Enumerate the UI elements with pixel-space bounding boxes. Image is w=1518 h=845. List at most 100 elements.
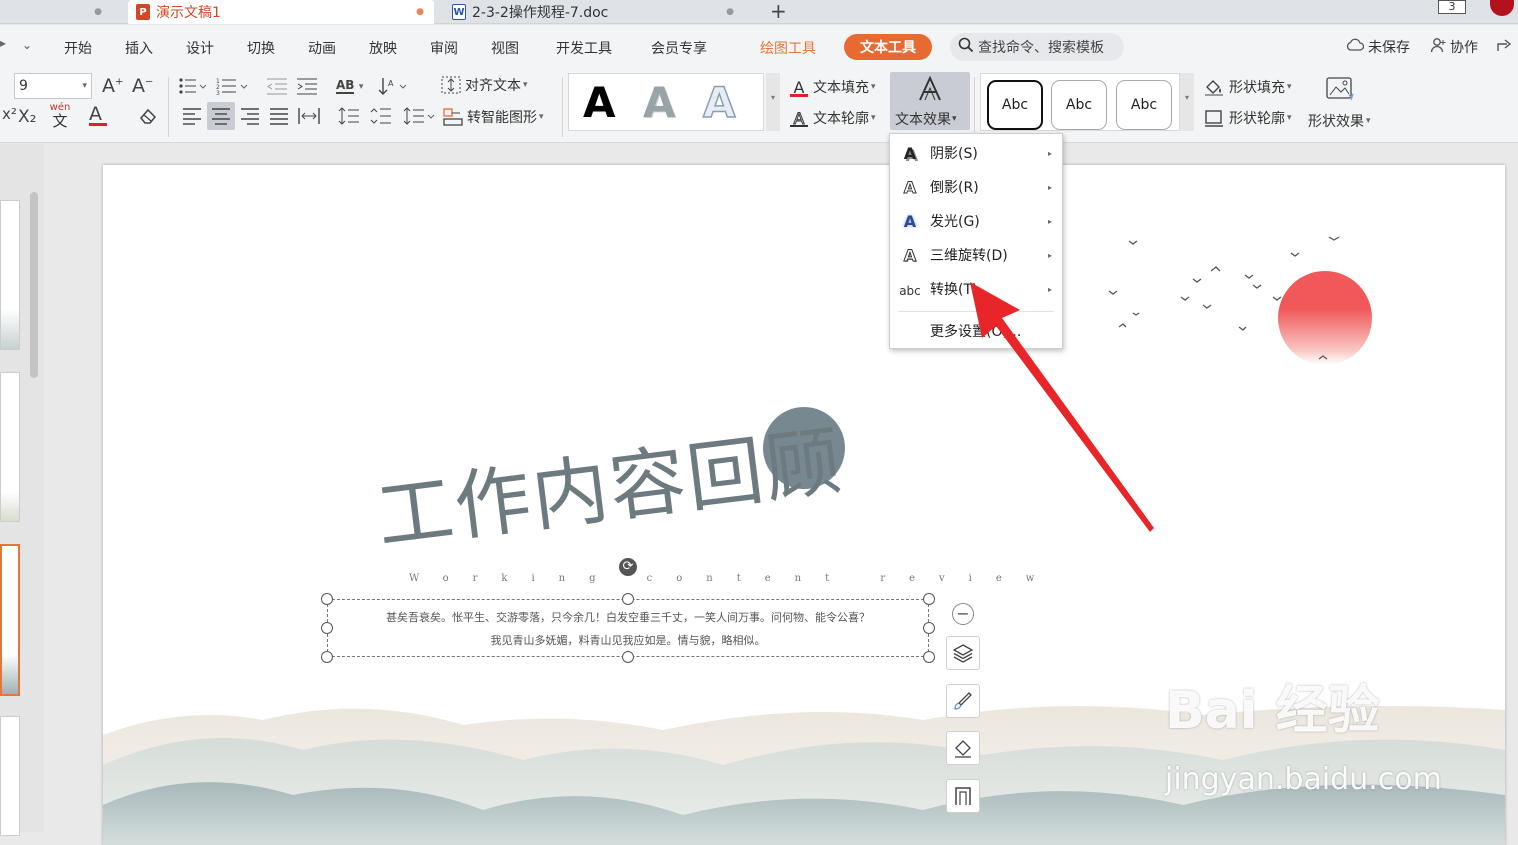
increase-font-icon[interactable]: A+ [102, 75, 123, 97]
rotate-handle-icon[interactable]: ⟳ [617, 556, 639, 578]
text-direction-icon[interactable]: AB ▾ [336, 77, 363, 94]
thumbnail-scrollbar[interactable] [30, 192, 38, 378]
layers-tool-button[interactable] [946, 636, 980, 670]
align-center-button[interactable] [207, 102, 235, 130]
style-brush-tool-button[interactable] [946, 684, 980, 718]
quick-access-dropdown-icon[interactable]: ⌄ [22, 38, 32, 52]
align-center-icon [212, 108, 230, 125]
decrease-indent-icon[interactable] [266, 77, 288, 99]
superscript-icon[interactable]: x² [2, 105, 17, 123]
menu-item-3d-rotation[interactable]: A 三维旋转(D) ▸ [890, 238, 1062, 272]
outline-frame-icon [955, 787, 971, 805]
shape-fill-button[interactable]: 形状填充 ▾ [1204, 77, 1292, 97]
menu-slideshow[interactable]: 放映 [369, 38, 397, 58]
distribute-icon[interactable] [298, 107, 320, 129]
shape-style-1[interactable]: Abc [987, 80, 1043, 130]
resize-handle[interactable] [622, 651, 634, 663]
shape-style-2[interactable]: Abc [1051, 80, 1107, 130]
paragraph-spacing-icon[interactable] [370, 106, 392, 130]
menu-developer[interactable]: 开发工具 [556, 38, 612, 58]
menu-membership[interactable]: 会员专享 [651, 38, 707, 58]
font-color-icon[interactable]: A [89, 103, 107, 126]
shape-outline-button[interactable]: 形状轮廓 ▾ [1204, 108, 1292, 128]
justify-icon[interactable] [269, 107, 289, 129]
user-avatar[interactable] [1490, 0, 1514, 16]
wordart-style-gray[interactable]: A [643, 78, 676, 127]
wordart-gallery-more[interactable]: ▾ [766, 73, 780, 131]
resize-handle[interactable] [923, 593, 935, 605]
slide-thumbnail-1[interactable] [0, 200, 20, 350]
increase-indent-icon[interactable] [296, 77, 318, 99]
menu-item-transform[interactable]: abc 转换(T) ▸ [890, 272, 1062, 306]
line-spacing-icon[interactable] [338, 106, 360, 130]
slide-thumbnail-4[interactable] [0, 716, 20, 836]
resize-handle[interactable] [923, 651, 935, 663]
menu-start[interactable]: 开始 [64, 38, 92, 58]
share-icon[interactable] [1496, 37, 1514, 57]
font-size-select[interactable]: 9 ▾ [14, 73, 92, 99]
menu-insert[interactable]: 插入 [125, 38, 153, 58]
smart-shape-button[interactable]: 转智能图形 ▾ [442, 107, 544, 127]
eraser-icon[interactable] [138, 107, 158, 129]
layers-icon [952, 644, 974, 663]
resize-handle[interactable] [321, 593, 333, 605]
menu-item-glow[interactable]: A 发光(G) ▸ [890, 204, 1062, 238]
text-fill-label: 文本填充 [813, 80, 869, 96]
glow-a-icon: A [890, 212, 930, 231]
tab-document[interactable]: W 2-3-2操作规程-7.doc ● [438, 0, 744, 24]
align-left-icon[interactable] [182, 107, 202, 129]
command-search-box[interactable]: 查找命令、搜索模板 [950, 33, 1124, 61]
tab-presentation[interactable]: P 演示文稿1 ● [128, 0, 434, 24]
text-outline-button[interactable]: A 文本轮廓 ▾ [790, 108, 876, 129]
body-text-line-1: 甚矣吾衰矣。怅平生、交游零落，只今余几！白发空垂三千丈，一笑人间万事。问何物、能… [386, 611, 870, 624]
previous-tab[interactable]: ● [0, 0, 110, 24]
quick-access-arrow-icon[interactable]: ▸ [0, 36, 6, 50]
menu-item-more-settings[interactable]: 更多设置(O)... [890, 314, 1062, 348]
menu-drawing-tools[interactable]: 绘图工具 [760, 38, 816, 58]
slide-canvas[interactable]: 工作内容回顾 Working content review ⟳ 甚矣吾衰矣。怅平… [103, 165, 1505, 845]
unsaved-status[interactable]: 未保存 [1346, 37, 1410, 57]
menu-view[interactable]: 视图 [491, 38, 519, 58]
collaborate-user-icon [1430, 37, 1446, 57]
sort-direction-icon[interactable]: A [378, 76, 408, 100]
resize-handle[interactable] [622, 593, 634, 605]
collaborate-button[interactable]: 协作 [1430, 37, 1478, 57]
menu-text-tools[interactable]: 文本工具 [844, 34, 932, 60]
menu-design[interactable]: 设计 [186, 38, 214, 58]
decrease-font-icon[interactable]: A− [132, 75, 153, 97]
slide-title[interactable]: 工作内容回顾 [370, 399, 848, 565]
spacing-options-icon[interactable] [402, 106, 436, 130]
resize-handle[interactable] [321, 622, 333, 634]
align-text-button[interactable]: 对齐文本 ▾ [440, 75, 528, 95]
menu-transition[interactable]: 切换 [247, 38, 275, 58]
selected-text-box[interactable]: 甚矣吾衰矣。怅平生、交游零落，只今余几！白发空垂三千丈，一笑人间万事。问何物、能… [327, 599, 929, 657]
subscript-icon[interactable]: X₂ [18, 107, 36, 127]
align-right-icon[interactable] [240, 107, 260, 129]
wordart-style-outline[interactable]: A [702, 77, 736, 128]
window-count-badge[interactable]: 3 [1438, 0, 1466, 14]
resize-handle[interactable] [923, 622, 935, 634]
shape-effect-button[interactable]: 形状效果 ▾ [1308, 75, 1388, 131]
text-fill-button[interactable]: A 文本填充 ▾ [790, 77, 876, 97]
shape-style-gallery-more[interactable]: ▾ [1180, 73, 1194, 131]
wordart-style-black[interactable]: A [583, 78, 616, 127]
new-tab-button[interactable]: + [770, 0, 787, 22]
phonetic-guide-icon[interactable]: wén 文 [48, 103, 72, 130]
shape-style-3[interactable]: Abc [1116, 80, 1172, 130]
slide-subtitle[interactable]: Working content review [409, 573, 1058, 584]
fill-tool-button[interactable] [946, 731, 980, 765]
menu-animation[interactable]: 动画 [308, 38, 336, 58]
resize-handle[interactable] [321, 651, 333, 663]
slide-thumbnail-2[interactable] [0, 372, 20, 522]
menu-review[interactable]: 审阅 [430, 38, 458, 58]
text-effect-icon [916, 75, 944, 107]
numbered-list-icon[interactable]: 123 [216, 77, 248, 99]
collapse-toolbar-icon[interactable]: − [952, 603, 974, 625]
text-effect-button[interactable]: 文本效果 ▾ [890, 72, 970, 130]
bullet-list-icon[interactable] [178, 77, 207, 99]
menu-item-shadow[interactable]: A 阴影(S) ▸ [890, 136, 1062, 170]
collaborate-label: 协作 [1450, 40, 1478, 56]
menu-item-reflection[interactable]: A 倒影(R) ▸ [890, 170, 1062, 204]
outline-tool-button[interactable] [946, 779, 980, 813]
slide-thumbnail-3-selected[interactable] [0, 544, 20, 696]
